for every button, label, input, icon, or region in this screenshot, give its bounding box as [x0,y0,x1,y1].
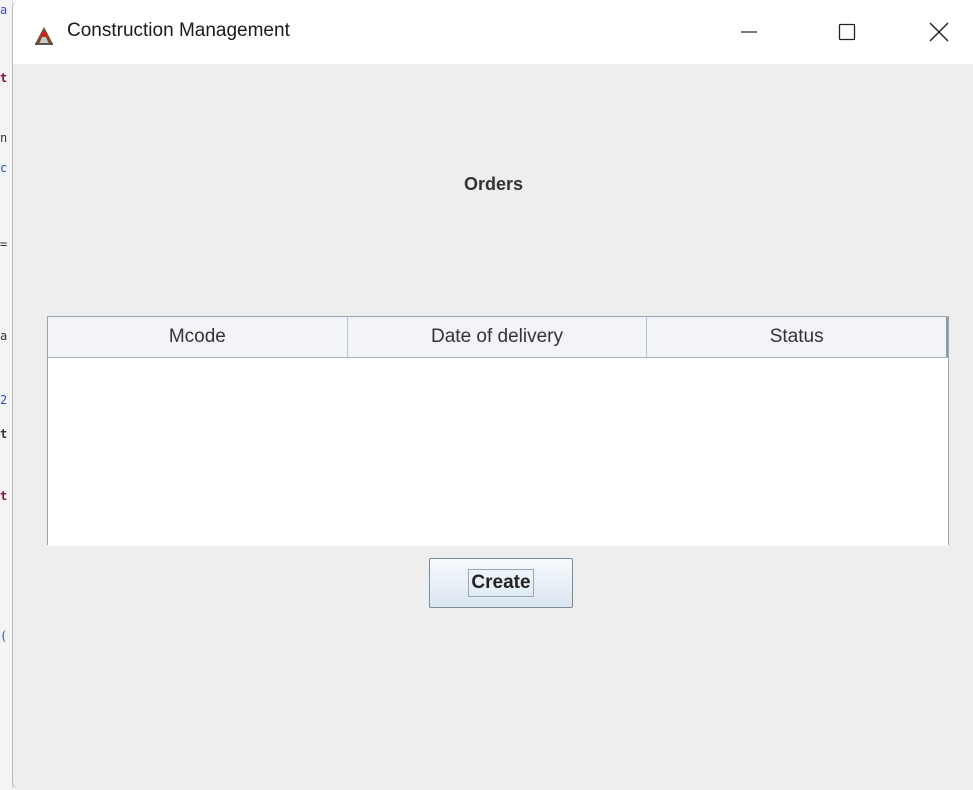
background-glyph: ( [0,629,8,643]
close-button[interactable] [916,0,962,64]
background-glyph: t [0,427,8,441]
column-header-mcode[interactable]: Mcode [48,317,348,357]
orders-table[interactable]: Mcode Date of delivery Status [47,316,949,546]
column-header-date-of-delivery[interactable]: Date of delivery [348,317,648,357]
background-glyph: c [0,161,8,175]
background-glyph: 2 [0,393,8,407]
maximize-icon [838,23,856,41]
table-header: Mcode Date of delivery Status [48,317,949,358]
page-title: Orders [463,174,524,194]
background-glyph: t [0,489,8,503]
column-header-status[interactable]: Status [647,317,949,357]
table-body[interactable] [48,358,948,546]
create-button-label: Create [468,569,534,597]
background-glyph: t [0,71,8,85]
background-glyph: n [0,131,8,145]
window-title: Construction Management [67,20,290,41]
minimize-icon [741,31,757,33]
maximize-button[interactable] [824,0,870,64]
title-bar[interactable]: Construction Management [13,0,973,64]
app-icon [33,24,55,46]
background-glyph: a [0,329,8,343]
app-window: Construction Management Orders Mcode Dat… [12,0,973,790]
create-button[interactable]: Create [429,558,573,608]
background-glyph: = [0,237,8,251]
close-icon [929,22,949,42]
background-glyph: a [0,3,8,17]
minimize-button[interactable] [726,0,772,64]
